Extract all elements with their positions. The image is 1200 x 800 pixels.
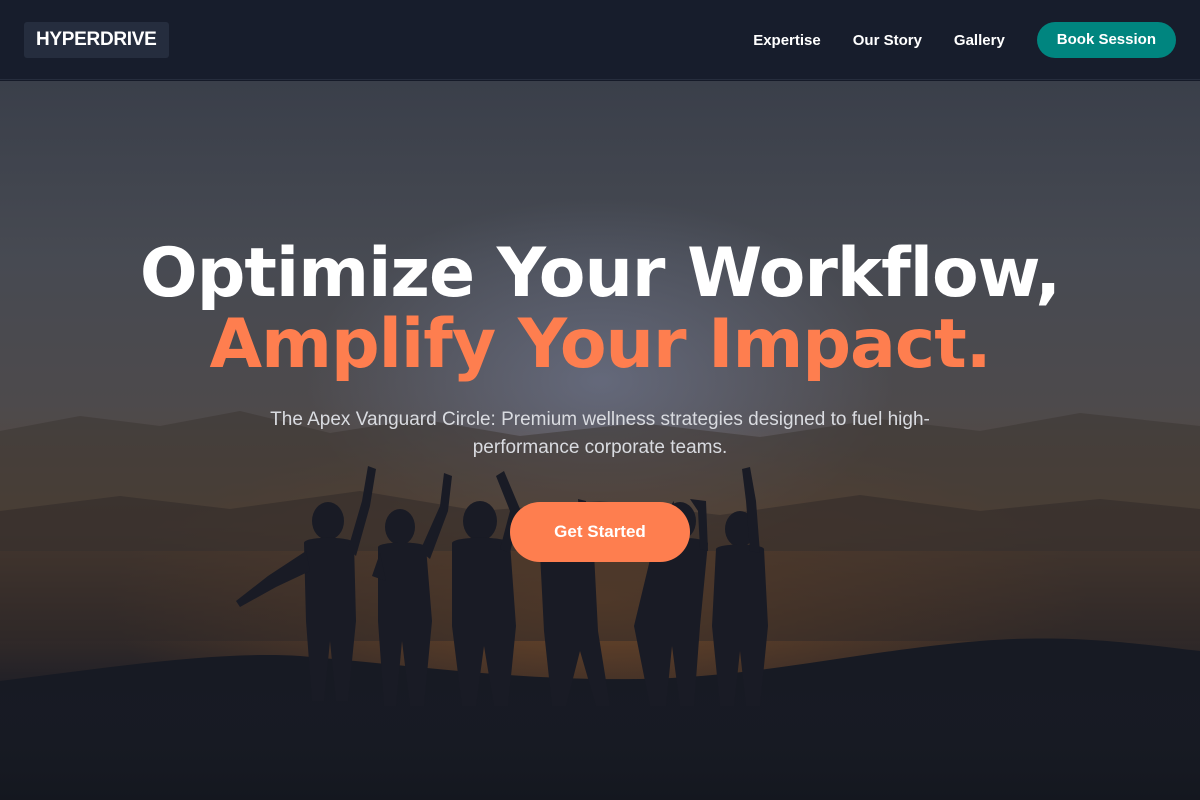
- top-navigation: HYPERDRIVE Expertise Our Story Gallery B…: [0, 0, 1200, 80]
- get-started-button[interactable]: Get Started: [510, 502, 690, 562]
- nav-link-our-story[interactable]: Our Story: [853, 32, 922, 49]
- nav-links: Expertise Our Story Gallery Book Session: [753, 22, 1176, 58]
- landing-page: HYPERDRIVE Expertise Our Story Gallery B…: [0, 0, 1200, 800]
- hero-headline: Optimize Your Workflow,: [139, 234, 1061, 313]
- hero-section: Optimize Your Workflow, Amplify Your Imp…: [0, 81, 1200, 800]
- nav-link-expertise[interactable]: Expertise: [753, 32, 821, 49]
- hero-subtitle: The Apex Vanguard Circle: Premium wellne…: [270, 409, 930, 458]
- brand-logo[interactable]: HYPERDRIVE: [24, 22, 169, 58]
- nav-link-gallery[interactable]: Gallery: [954, 32, 1005, 49]
- hero-headline-accent: Amplify Your Impact.: [209, 305, 991, 384]
- book-session-button[interactable]: Book Session: [1036, 22, 1176, 58]
